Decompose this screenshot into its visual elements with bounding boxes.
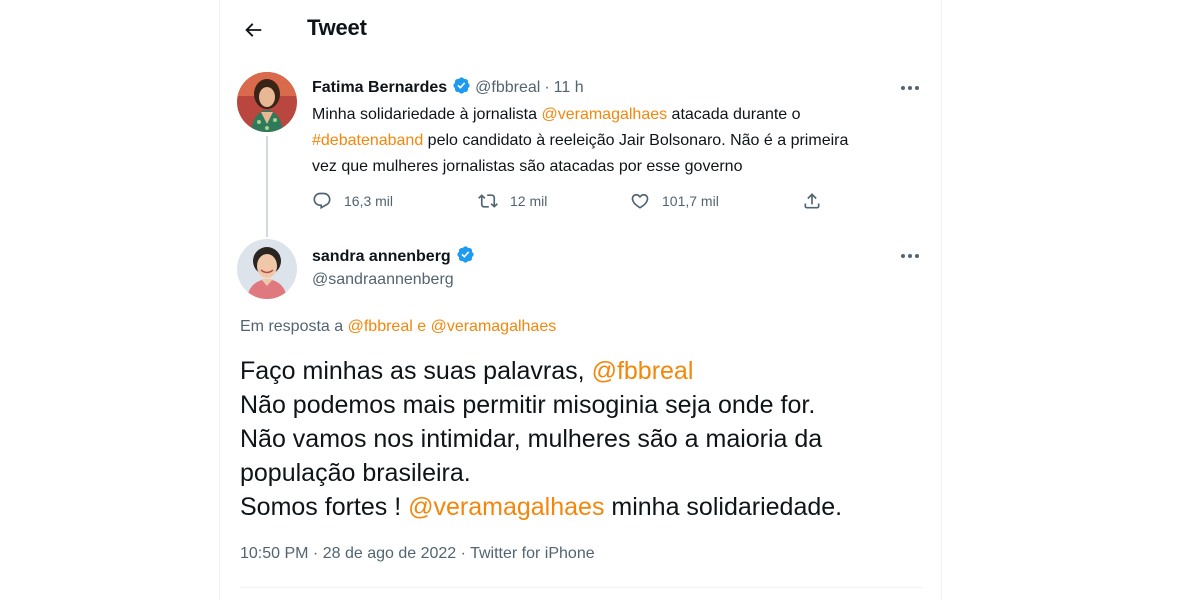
thread-line [266, 136, 268, 237]
page-title: Tweet [307, 15, 367, 40]
like-count: 101,7 mil [662, 193, 719, 209]
text-line: Não vamos nos intimidar, mulheres são a … [240, 425, 823, 453]
avatar-image [237, 239, 297, 299]
reply-author: sandra annenberg [312, 245, 479, 266]
text-line: população brasileira. [240, 459, 471, 487]
avatar-sandra[interactable] [237, 239, 297, 299]
mention-link[interactable]: @veramagalhaes [408, 493, 604, 521]
like-icon [631, 193, 649, 209]
reply-count: 16,3 mil [344, 193, 394, 209]
back-arrow-icon [245, 23, 262, 37]
tweet-date[interactable]: 28 de ago de 2022 [323, 545, 456, 562]
author-handle[interactable]: @sandraannenberg [312, 271, 454, 289]
tweet-actions: 16,3 mil 12 mil 101,7 mil [312, 188, 832, 214]
more-button[interactable] [897, 78, 923, 98]
meta-separator: · [308, 545, 323, 562]
reply-text: Faço minhas as suas palavras, @fbbreal N… [240, 354, 930, 524]
meta-separator: · [456, 545, 471, 562]
reply-button[interactable]: 16,3 mil [312, 188, 393, 214]
retweet-count: 12 mil [510, 193, 548, 209]
tweet-source[interactable]: Twitter for iPhone [470, 545, 595, 562]
retweet-icon [478, 194, 498, 208]
avatar-image [237, 72, 297, 132]
text-segment: atacada durante o [667, 106, 801, 123]
divider [240, 587, 923, 588]
retweet-button[interactable]: 12 mil [478, 188, 547, 214]
author-name[interactable]: Fatima Bernardes [312, 79, 447, 96]
back-button[interactable] [240, 17, 266, 43]
text-segment: vez que mulheres jornalistas são atacada… [312, 158, 743, 175]
tweet-column: Tweet Fatima Bernardes @fbbreal · 11 h Minh… [219, 0, 942, 600]
replying-to: Em resposta a @fbbreal e @veramagalhaes [240, 318, 556, 336]
more-icon [901, 86, 919, 90]
tweet-time[interactable]: 11 h [554, 79, 584, 96]
more-button[interactable] [897, 246, 923, 266]
mention-link[interactable]: @fbbreal [592, 357, 694, 385]
mention-link[interactable]: @fbbreal [348, 318, 413, 335]
share-icon [804, 193, 820, 209]
text-line: Faço minhas as suas palavras, @fbbreal [240, 354, 930, 388]
text-segment: pelo candidato à reeleição Jair Bolsonar… [423, 132, 849, 149]
text-segment: Minha solidariedade à jornalista [312, 106, 542, 123]
mention-link[interactable]: @veramagalhaes [431, 318, 557, 335]
replying-prefix: Em resposta a [240, 318, 348, 335]
meta-separator: · [544, 79, 550, 96]
more-icon [901, 254, 919, 258]
text-line: Somos fortes ! @veramagalhaes minha soli… [240, 490, 930, 524]
share-button[interactable] [802, 188, 822, 214]
avatar-fatima[interactable] [237, 72, 297, 132]
tweet-timestamp: 10:50 PM · 28 de ago de 2022 · Twitter f… [240, 545, 595, 563]
text-segment: Somos fortes ! [240, 493, 409, 521]
replying-conj: e [412, 318, 431, 335]
like-button[interactable]: 101,7 mil [630, 188, 719, 214]
tweet-header: Fatima Bernardes @fbbreal · 11 h [312, 76, 584, 97]
hashtag-link[interactable]: #debatenaband [312, 132, 423, 149]
verified-badge-icon [457, 246, 474, 263]
tweet-text: Minha solidariedade à jornalista @verama… [312, 102, 932, 180]
text-line: Não podemos mais permitir misoginia seja… [240, 391, 816, 419]
tweet-time[interactable]: 10:50 PM [240, 545, 308, 562]
text-segment: Faço minhas as suas palavras, [240, 357, 592, 385]
text-segment: minha solidariedade. [604, 493, 843, 521]
verified-badge-icon [453, 77, 470, 94]
author-name[interactable]: sandra annenberg [312, 248, 451, 265]
author-handle[interactable]: @fbbreal [475, 79, 540, 96]
mention-link[interactable]: @veramagalhaes [541, 106, 667, 123]
header: Tweet [220, 0, 941, 60]
reply-icon [313, 192, 331, 210]
